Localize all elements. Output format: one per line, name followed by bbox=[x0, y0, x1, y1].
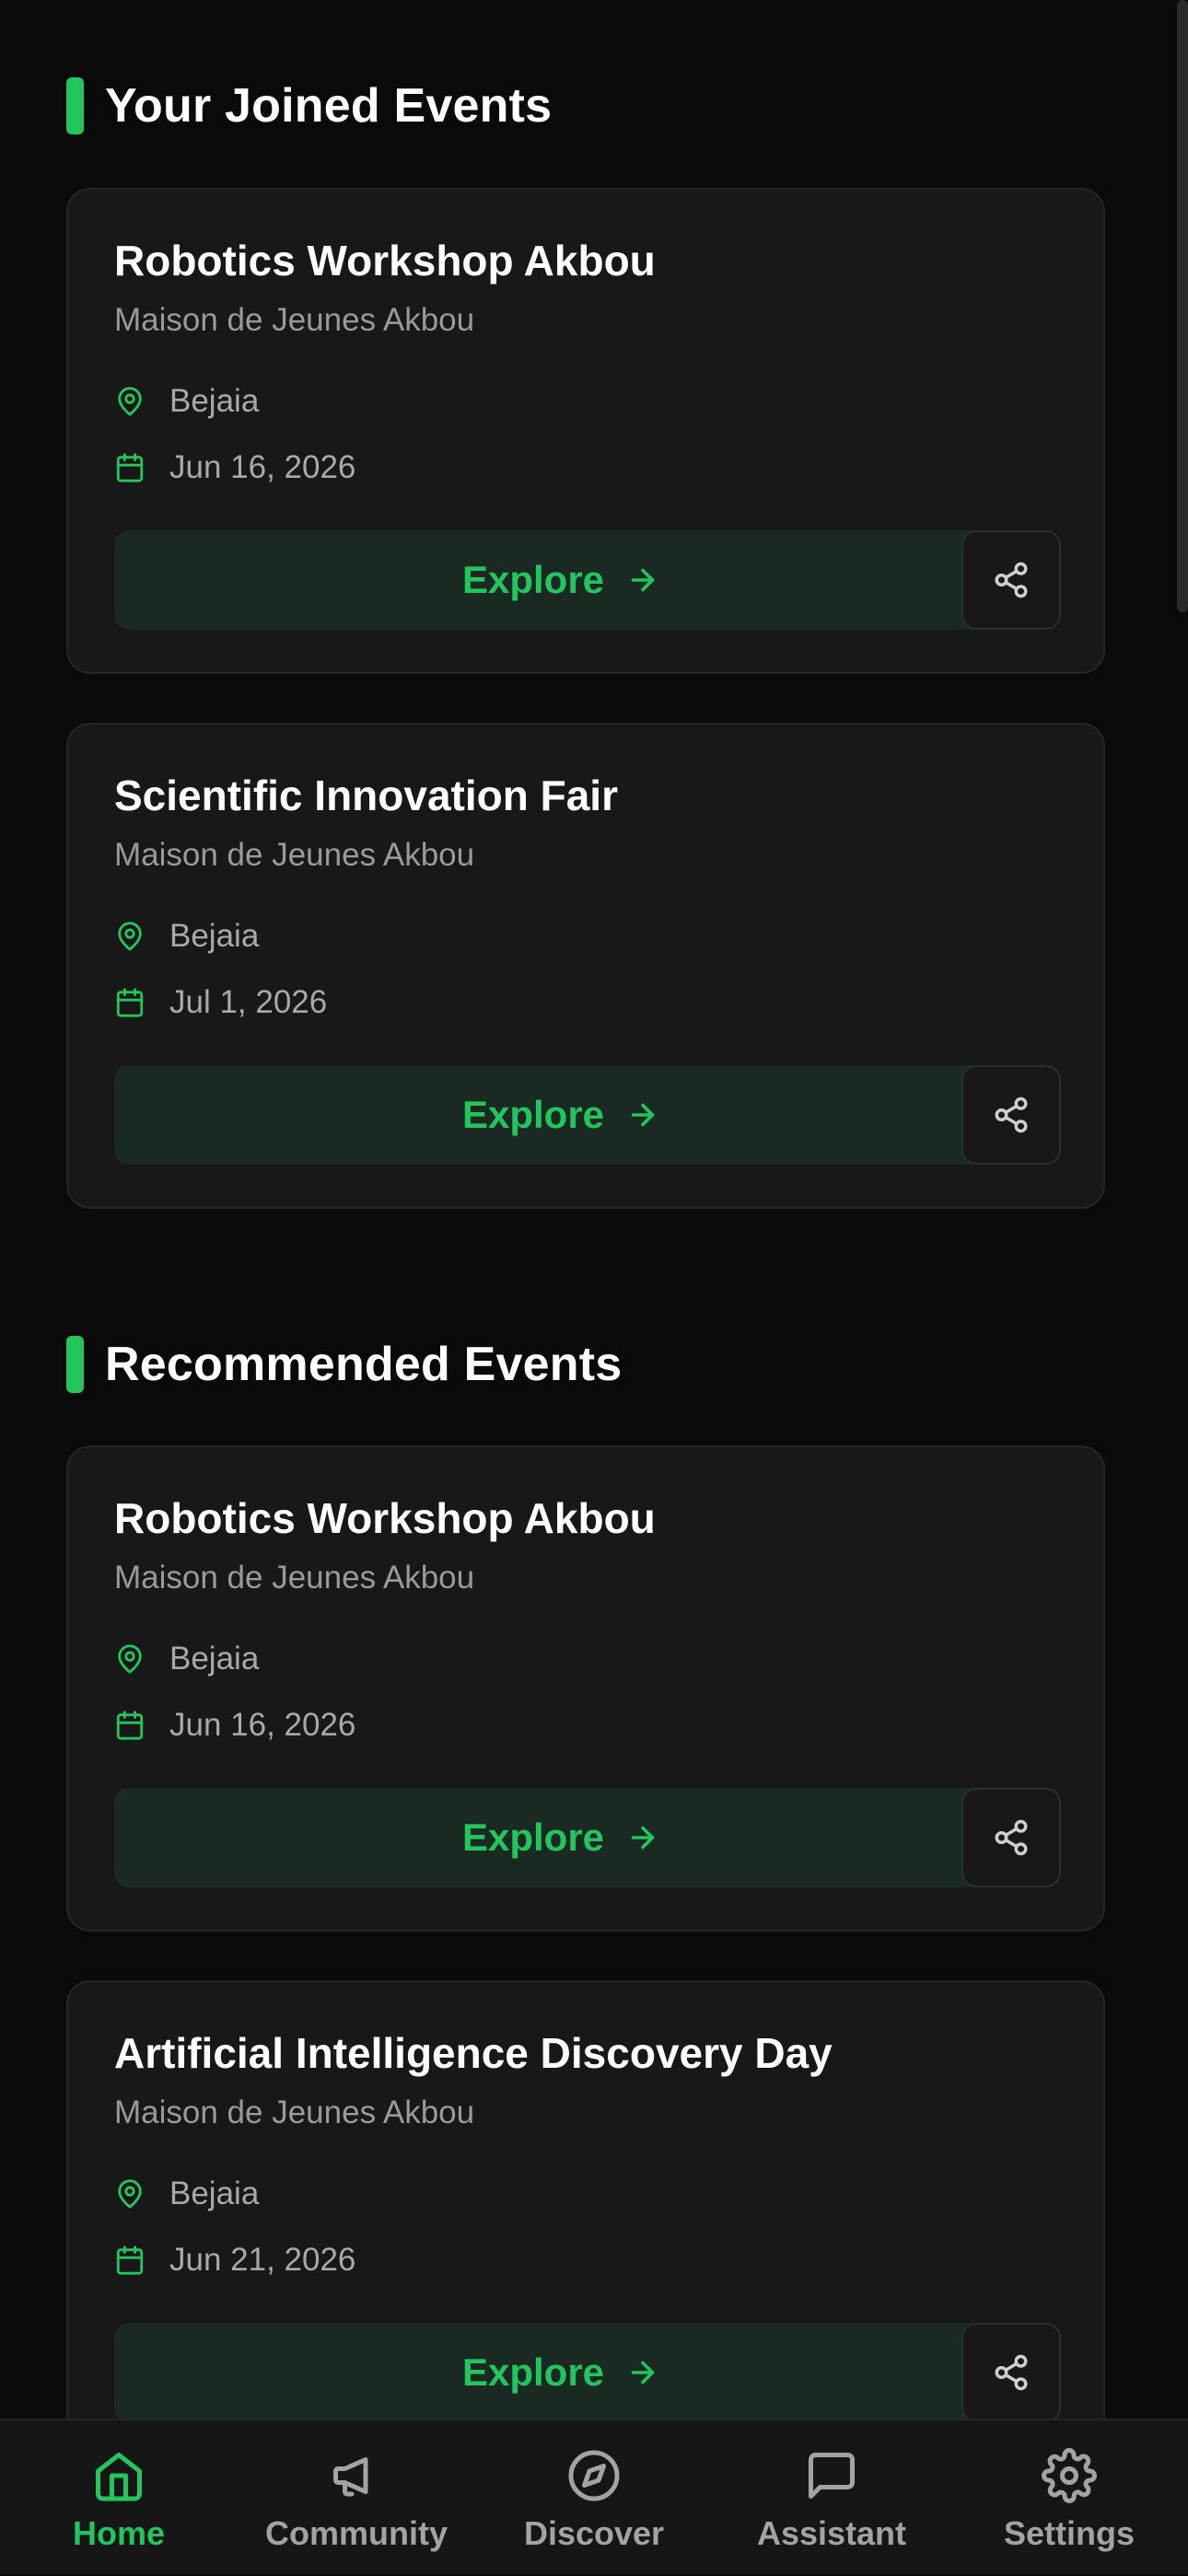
explore-button[interactable]: Explore bbox=[114, 1065, 1007, 1165]
explore-button[interactable]: Explore bbox=[114, 1788, 1007, 1887]
scrollbar-thumb[interactable] bbox=[1177, 0, 1188, 612]
explore-button-label: Explore bbox=[461, 1816, 605, 1859]
bottom-navigation: Home Community Discover Assistant Settin… bbox=[0, 2419, 1188, 2574]
compass-icon bbox=[568, 2450, 620, 2501]
event-title: Artificial Intelligence Discovery Day bbox=[114, 2029, 833, 2077]
share-button[interactable] bbox=[961, 1065, 1061, 1165]
event-date: Jun 16, 2026 bbox=[114, 449, 355, 486]
section-title: Your Joined Events bbox=[105, 79, 553, 133]
chat-icon bbox=[809, 2453, 855, 2499]
map-pin-icon bbox=[118, 2179, 142, 2209]
event-card: Artificial Intelligence Discovery Day Ma… bbox=[66, 1980, 1105, 2466]
event-organizer: Maison de Jeunes Akbou bbox=[114, 302, 475, 338]
share-icon bbox=[995, 2354, 1028, 2391]
joined-events-header: Your Joined Events bbox=[66, 77, 552, 134]
nav-label-discover: Discover bbox=[523, 2514, 665, 2552]
calendar-icon bbox=[116, 988, 144, 1017]
event-title: Robotics Workshop Akbou bbox=[114, 1494, 656, 1542]
event-card: Scientific Innovation Fair Maison de Jeu… bbox=[66, 723, 1105, 1209]
event-location-text: Bejaia bbox=[169, 918, 260, 954]
event-location: Bejaia bbox=[114, 383, 259, 420]
share-button[interactable] bbox=[961, 2323, 1061, 2422]
event-organizer: Maison de Jeunes Akbou bbox=[114, 2094, 475, 2130]
event-title: Robotics Workshop Akbou bbox=[114, 237, 656, 284]
map-pin-icon bbox=[118, 387, 142, 416]
calendar-icon bbox=[116, 453, 144, 482]
nav-item-home[interactable]: Home bbox=[0, 2420, 238, 2576]
event-card: Robotics Workshop Akbou Maison de Jeunes… bbox=[66, 188, 1105, 674]
event-date: Jul 1, 2026 bbox=[114, 984, 327, 1021]
event-organizer: Maison de Jeunes Akbou bbox=[114, 1560, 475, 1595]
calendar-icon bbox=[116, 2245, 144, 2275]
gear-icon bbox=[1042, 2448, 1097, 2503]
section-accent-bar bbox=[66, 1336, 84, 1393]
nav-label-home: Home bbox=[72, 2514, 166, 2552]
event-location-text: Bejaia bbox=[169, 1641, 260, 1677]
event-title: Scientific Innovation Fair bbox=[114, 772, 618, 819]
nav-item-settings[interactable]: Settings bbox=[950, 2420, 1188, 2576]
event-date-text: Jun 16, 2026 bbox=[169, 449, 356, 485]
map-pin-icon bbox=[118, 922, 142, 951]
map-pin-icon bbox=[118, 1644, 142, 1674]
nav-label-settings: Settings bbox=[1003, 2514, 1135, 2552]
explore-button[interactable]: Explore bbox=[114, 530, 1007, 630]
nav-item-discover[interactable]: Discover bbox=[475, 2420, 713, 2576]
event-location: Bejaia bbox=[114, 2176, 259, 2212]
explore-button[interactable]: Explore bbox=[114, 2323, 1007, 2422]
explore-button-label: Explore bbox=[461, 2350, 605, 2394]
nav-item-assistant[interactable]: Assistant bbox=[713, 2420, 950, 2576]
event-date-text: Jun 16, 2026 bbox=[169, 1707, 356, 1743]
recommended-events-header: Recommended Events bbox=[66, 1336, 622, 1393]
event-organizer: Maison de Jeunes Akbou bbox=[114, 837, 475, 873]
section-accent-bar bbox=[66, 77, 84, 134]
event-location: Bejaia bbox=[114, 1641, 259, 1677]
event-location-text: Bejaia bbox=[169, 383, 260, 419]
event-date: Jun 21, 2026 bbox=[114, 2242, 355, 2279]
event-date-text: Jun 21, 2026 bbox=[169, 2242, 356, 2278]
event-date: Jun 16, 2026 bbox=[114, 1707, 355, 1744]
share-icon bbox=[995, 1819, 1028, 1856]
megaphone-icon bbox=[333, 2457, 368, 2497]
nav-label-assistant: Assistant bbox=[756, 2514, 907, 2552]
nav-item-community[interactable]: Community bbox=[238, 2420, 475, 2576]
arrow-right-icon bbox=[631, 2361, 655, 2385]
share-button[interactable] bbox=[961, 1788, 1061, 1887]
share-icon bbox=[995, 1097, 1028, 1133]
event-location: Bejaia bbox=[114, 918, 259, 955]
event-date-text: Jul 1, 2026 bbox=[169, 984, 328, 1020]
share-icon bbox=[995, 562, 1028, 598]
arrow-right-icon bbox=[631, 1103, 655, 1127]
section-title: Recommended Events bbox=[105, 1338, 623, 1391]
share-button[interactable] bbox=[961, 530, 1061, 630]
arrow-right-icon bbox=[631, 568, 655, 592]
event-card: Robotics Workshop Akbou Maison de Jeunes… bbox=[66, 1445, 1105, 1932]
arrow-right-icon bbox=[631, 1826, 655, 1850]
event-location-text: Bejaia bbox=[169, 2176, 260, 2211]
nav-label-community: Community bbox=[265, 2514, 448, 2552]
explore-button-label: Explore bbox=[461, 1093, 605, 1136]
calendar-icon bbox=[116, 1711, 144, 1740]
explore-button-label: Explore bbox=[461, 558, 605, 601]
home-icon bbox=[96, 2453, 142, 2501]
